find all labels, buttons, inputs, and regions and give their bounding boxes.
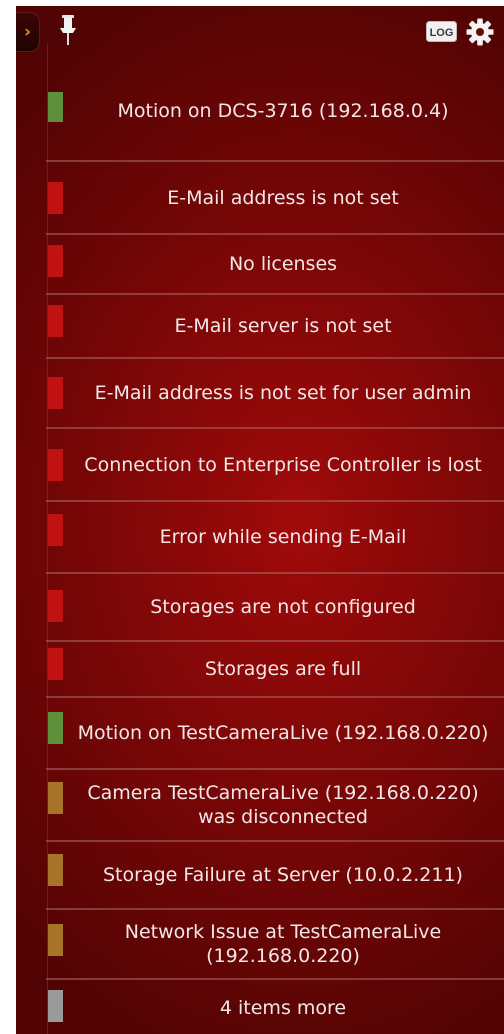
status-indicator	[48, 990, 63, 1022]
notification-item[interactable]: Motion on DCS-3716 (192.168.0.4)	[46, 62, 504, 162]
notification-item[interactable]: Storages are full	[46, 642, 504, 698]
status-indicator	[48, 924, 63, 956]
notification-item[interactable]: E-Mail address is not set for user admin	[46, 359, 504, 429]
notification-text: Camera TestCameraLive (192.168.0.220) wa…	[87, 782, 479, 828]
notification-item[interactable]: No licenses	[46, 235, 504, 295]
notification-text: E-Mail address is not set for user admin	[94, 382, 472, 404]
status-indicator	[48, 92, 63, 122]
notification-item[interactable]: E-Mail server is not set	[46, 295, 504, 359]
status-indicator	[48, 854, 63, 886]
notification-text: 4 items more	[219, 997, 347, 1019]
notification-text: Error while sending E-Mail	[159, 526, 407, 548]
log-label: LOG	[430, 27, 454, 39]
notification-text: Motion on DCS-3716 (192.168.0.4)	[117, 100, 449, 122]
collapse-arrow-icon[interactable]: ›	[16, 12, 40, 52]
notification-text: Storage Failure at Server (10.0.2.211)	[103, 864, 463, 886]
status-indicator	[48, 182, 63, 214]
notification-text: Connection to Enterprise Controller is l…	[84, 453, 482, 476]
notification-text: E-Mail address is not set	[167, 186, 399, 209]
status-indicator	[48, 648, 63, 680]
gear-icon[interactable]	[466, 18, 494, 46]
notification-text: E-Mail server is not set	[174, 315, 392, 337]
status-indicator	[48, 782, 63, 814]
notification-item[interactable]: Network Issue at TestCameraLive (192.168…	[46, 910, 504, 980]
notification-item[interactable]: Storages are not configured	[46, 574, 504, 642]
status-indicator	[48, 449, 63, 481]
notification-text: Motion on TestCameraLive (192.168.0.220)	[77, 722, 489, 744]
notification-item[interactable]: Motion on TestCameraLive (192.168.0.220)	[46, 698, 504, 770]
notification-text: Storages are not configured	[150, 596, 416, 618]
notification-panel: › LOG Motion on DCS-3716 (192.168.0.4) E…	[16, 6, 504, 1034]
notification-text: No licenses	[228, 253, 338, 275]
log-icon[interactable]: LOG	[426, 21, 457, 42]
status-indicator	[48, 305, 63, 337]
status-indicator	[48, 590, 63, 622]
status-indicator	[48, 245, 63, 277]
panel-header: › LOG	[16, 6, 504, 62]
status-indicator	[48, 514, 63, 546]
notification-text: Storages are full	[204, 658, 362, 680]
notification-item[interactable]: Storage Failure at Server (10.0.2.211)	[46, 842, 504, 910]
notification-item[interactable]: E-Mail address is not set	[46, 162, 504, 235]
notification-item[interactable]: 4 items more	[46, 980, 504, 1034]
status-indicator	[48, 712, 63, 744]
notification-item[interactable]: Connection to Enterprise Controller is l…	[46, 429, 504, 502]
notification-item[interactable]: Error while sending E-Mail	[46, 502, 504, 574]
notification-text: Network Issue at TestCameraLive (192.168…	[124, 921, 442, 967]
status-indicator	[48, 377, 63, 409]
notification-item[interactable]: Camera TestCameraLive (192.168.0.220) wa…	[46, 770, 504, 842]
pin-icon[interactable]	[59, 13, 77, 47]
